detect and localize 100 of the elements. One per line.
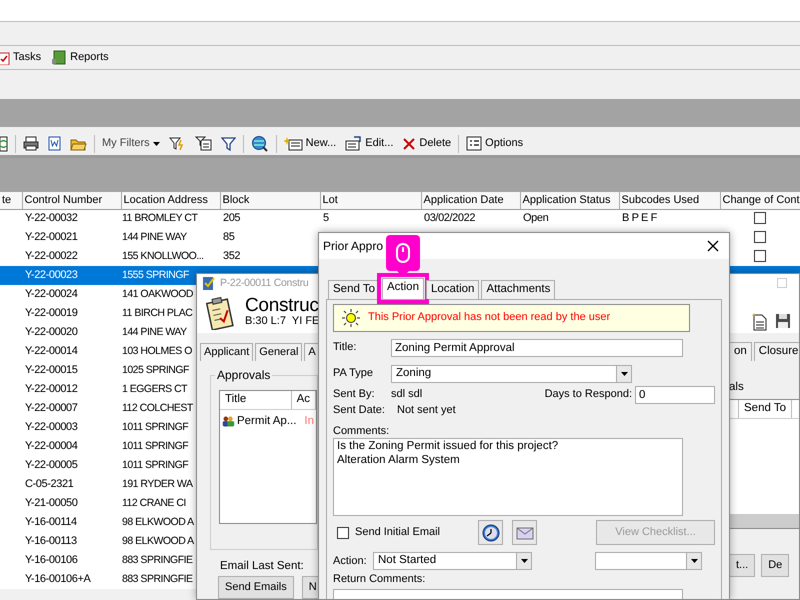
table-cell[interactable]: Y-22-00014: [25, 344, 78, 357]
pa-type-dropdown[interactable]: Zoning: [391, 365, 632, 383]
field-label: Days to Respond:: [544, 388, 632, 402]
tab[interactable]: Location: [426, 280, 480, 299]
comments-field[interactable]: Is the Zoning Permit issued for this project? Alteration Alarm System: [333, 438, 683, 516]
tab[interactable]: General: [255, 342, 302, 362]
table-cell[interactable]: Y-22-00012: [25, 382, 78, 395]
window-title: P-22-00011 Constru: [220, 276, 308, 290]
status-text: In: [304, 414, 314, 428]
table-cell[interactable]: Y-22-00007: [25, 402, 78, 414]
field-label: Sent Date:: [333, 404, 386, 418]
table-cell: 883 SPRINGFIE: [122, 554, 193, 566]
field-label: Action:: [333, 554, 368, 568]
button[interactable]: t...: [729, 554, 756, 577]
table-cell[interactable]: Y-22-00021: [25, 230, 78, 243]
toolbar-button[interactable]: New...: [282, 135, 338, 152]
field-label: PA Type: [333, 367, 374, 381]
tab[interactable]: on: [729, 342, 752, 362]
column-header[interactable]: Lot: [320, 192, 421, 209]
list-cell: Permit Ap...: [236, 414, 296, 428]
table-cell: 98 ELKWOOD A: [122, 516, 194, 528]
table-cell: 141 OAKWOOD: [122, 288, 193, 300]
table-cell: 352: [223, 250, 240, 262]
table-cell: 144 PINE WAY: [122, 231, 187, 244]
table-cell[interactable]: Y-22-00005: [25, 458, 78, 471]
table-cell: 85: [223, 230, 234, 243]
column-header[interactable]: Application Date: [421, 192, 520, 209]
column-header[interactable]: Block: [220, 192, 320, 209]
table-cell: 11 BIRCH PLAC: [122, 307, 192, 320]
button[interactable]: Send Emails: [218, 576, 294, 599]
table-cell: 112 CRANE CI: [122, 497, 186, 510]
table-cell: 103 HOLMES O: [122, 345, 192, 358]
table-cell: 1011 SPRINGF: [122, 440, 188, 452]
field-value: Not sent yet: [397, 404, 456, 418]
tab[interactable]: Attachments: [481, 280, 556, 299]
table-cell: 112 COLCHEST: [122, 402, 193, 414]
table-cell: 1011 SPRINGF: [122, 459, 188, 472]
table-cell[interactable]: Y-21-00050: [25, 496, 78, 509]
days-field[interactable]: 0: [635, 386, 715, 404]
column-header[interactable]: Location Address: [121, 192, 220, 209]
toolbar-button[interactable]: Reports: [49, 49, 111, 66]
column-header[interactable]: Application Status: [520, 192, 619, 209]
table-cell: 1 EGGERS CT: [122, 383, 188, 396]
table-cell: 98 ELKWOOD A: [122, 535, 194, 548]
column-header[interactable]: Control Number: [22, 192, 121, 209]
table-cell: 5: [323, 212, 329, 224]
table-cell: 144 PINE WAY: [122, 326, 187, 338]
button[interactable]: N: [302, 576, 318, 599]
column-header[interactable]: Subcodes Used: [619, 192, 720, 209]
table-cell: 03/02/2022: [424, 212, 476, 224]
field-label: Return Comments:: [333, 573, 426, 587]
toolbar-button[interactable]: Delete: [400, 136, 454, 152]
toolbar-button[interactable]: Tasks: [0, 50, 44, 66]
column-header[interactable]: Title: [220, 391, 292, 410]
column-header[interactable]: Send To: [738, 400, 792, 418]
window-heading: Construc: [245, 296, 320, 316]
field-label: Comments:: [333, 425, 390, 438]
table-cell[interactable]: Y-16-00113: [25, 534, 77, 547]
field-label: Title:: [333, 341, 358, 355]
table-cell: 191 RYDER WA: [122, 478, 192, 490]
table-cell: 1555 SPRINGF: [122, 269, 189, 282]
table-cell[interactable]: Y-22-00019: [25, 306, 78, 319]
field-label: Sent By:: [333, 388, 376, 402]
subtitle: B:30 L:7 YI FE: [245, 315, 320, 329]
notice-text: This Prior Approval has not been read by the user: [368, 311, 610, 325]
toolbar-button[interactable]: Options: [464, 135, 526, 152]
table-cell[interactable]: Y-22-00020: [25, 326, 78, 338]
table-cell[interactable]: Y-22-00015: [25, 364, 78, 376]
table-cell[interactable]: Y-22-00022: [25, 250, 78, 262]
group-label: als: [729, 381, 745, 395]
table-cell[interactable]: Y-16-00114: [25, 516, 77, 528]
group-label: Approvals: [215, 368, 272, 382]
dialog-title: Prior Appro: [323, 238, 384, 254]
table-cell[interactable]: Y-22-00003: [25, 420, 78, 433]
table-cell[interactable]: Y-16-00106+A: [25, 572, 90, 585]
table-cell[interactable]: Y-22-00024: [25, 288, 78, 300]
button[interactable]: De: [761, 554, 790, 577]
table-cell[interactable]: Y-16-00106: [25, 554, 78, 566]
table-cell: Open: [523, 212, 548, 224]
toolbar-button[interactable]: Edit...: [343, 135, 396, 152]
toolbar-button[interactable]: My Filters: [100, 136, 162, 152]
table-cell: 155 KNOLLWOO...: [122, 250, 204, 262]
title-field[interactable]: Zoning Permit Approval: [391, 339, 683, 357]
table-cell: B P E F: [622, 212, 657, 224]
action-dropdown[interactable]: Not Started: [373, 552, 532, 570]
tab[interactable]: Send To: [328, 280, 380, 299]
column-header[interactable]: Ac: [292, 391, 316, 410]
tab[interactable]: Applicant: [200, 342, 254, 362]
table-cell: 11 BROMLEY CT: [122, 212, 198, 224]
field-value: sdl sdl: [391, 388, 422, 402]
column-header[interactable]: te: [0, 192, 22, 209]
tab[interactable]: Closure: [754, 342, 799, 362]
table-cell[interactable]: Y-22-00004: [25, 440, 78, 452]
table-cell: 883 SPRINGFIE: [122, 573, 193, 586]
tab[interactable]: A: [304, 342, 318, 362]
checkbox-label: Send Initial Email: [355, 526, 440, 540]
table-cell[interactable]: Y-22-00032: [25, 212, 78, 224]
table-cell[interactable]: C-05-2321: [25, 478, 74, 490]
table-cell: 1025 SPRINGF: [122, 364, 189, 376]
field-label: Email Last Sent:: [220, 560, 305, 574]
